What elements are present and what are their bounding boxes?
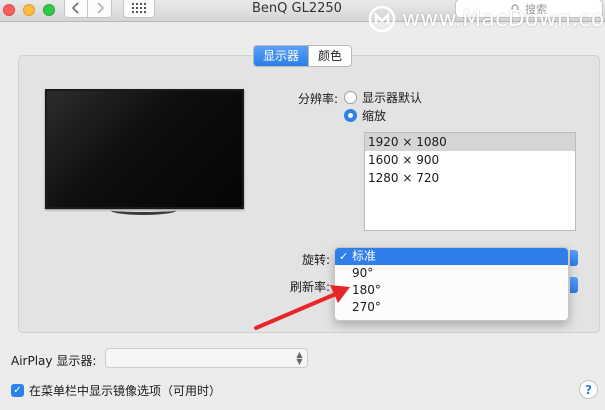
tab-bar: 显示器 颜色 bbox=[253, 45, 353, 67]
list-item[interactable]: 1280 × 720 bbox=[365, 169, 575, 187]
macdown-logo-icon bbox=[368, 5, 396, 33]
tab-color[interactable]: 颜色 bbox=[308, 46, 351, 66]
watermark-text: www.MacDown.com bbox=[402, 6, 605, 32]
back-button[interactable] bbox=[64, 0, 88, 18]
resolution-list[interactable]: 1920 × 1080 1600 × 900 1280 × 720 bbox=[364, 132, 576, 231]
rotation-popup-arrow[interactable] bbox=[570, 250, 578, 266]
updown-chevron-icon: ▲ ▼ bbox=[296, 350, 303, 366]
radio-scaled[interactable] bbox=[344, 109, 357, 122]
monitor-stand bbox=[111, 206, 176, 215]
chevron-left-icon bbox=[71, 1, 79, 14]
help-button[interactable]: ? bbox=[579, 380, 598, 399]
chevron-right-icon bbox=[96, 1, 104, 14]
airplay-select[interactable]: ▲ ▼ bbox=[105, 348, 308, 368]
zoom-window-button[interactable] bbox=[43, 4, 55, 16]
watermark: www.MacDown.com bbox=[368, 3, 605, 35]
resolution-scaled-option[interactable]: 缩放 bbox=[344, 107, 386, 124]
rotation-label: 旋转: bbox=[301, 253, 330, 267]
tab-display[interactable]: 显示器 bbox=[254, 46, 309, 66]
refresh-rate-popup-arrow[interactable] bbox=[570, 277, 578, 293]
menu-item-standard[interactable]: ✓ 标准 bbox=[335, 248, 568, 265]
window-title: BenQ GL2250 bbox=[252, 1, 342, 16]
grid-icon bbox=[132, 2, 146, 13]
list-item[interactable]: 1920 × 1080 bbox=[365, 133, 575, 151]
menu-item-label: 标准 bbox=[352, 249, 377, 263]
radio-default[interactable] bbox=[344, 91, 357, 104]
close-window-button[interactable] bbox=[3, 4, 15, 16]
mirror-option-label: 在菜单栏中显示镜像选项（可用时） bbox=[29, 384, 222, 398]
menu-item-90[interactable]: 90° bbox=[335, 265, 568, 282]
mirror-option-checkbox[interactable]: ✓ bbox=[11, 384, 24, 397]
resolution-scaled-label: 缩放 bbox=[362, 109, 387, 123]
mirror-option-row[interactable]: ✓ 在菜单栏中显示镜像选项（可用时） bbox=[11, 382, 221, 399]
list-item[interactable]: 1600 × 900 bbox=[365, 151, 575, 169]
airplay-label: AirPlay 显示器: bbox=[11, 354, 97, 368]
annotation-arrow-icon bbox=[254, 285, 350, 330]
monitor-image bbox=[45, 89, 244, 209]
forward-button[interactable] bbox=[88, 0, 112, 18]
resolution-default-option[interactable]: 显示器默认 bbox=[344, 89, 422, 106]
resolution-default-label: 显示器默认 bbox=[362, 91, 423, 105]
checkmark-icon: ✓ bbox=[339, 250, 349, 263]
minimize-window-button[interactable] bbox=[23, 4, 35, 16]
resolution-label: 分辨率: bbox=[297, 92, 338, 106]
show-all-button[interactable] bbox=[123, 0, 155, 18]
